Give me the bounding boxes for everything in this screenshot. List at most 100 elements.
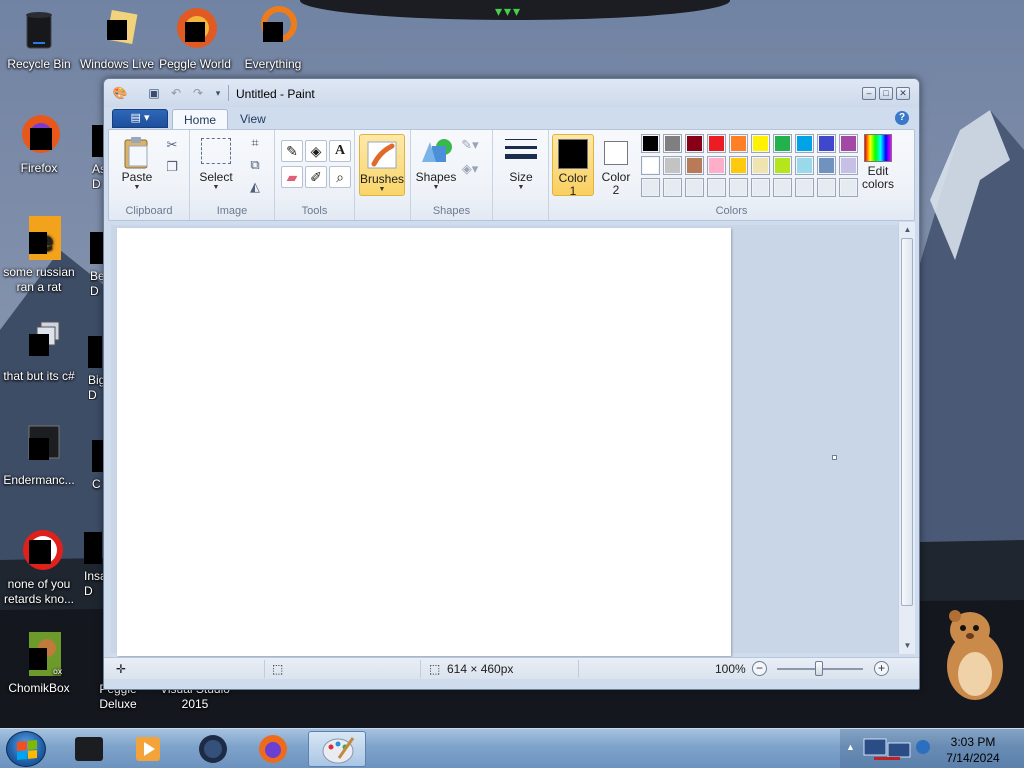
zoom-slider-thumb[interactable] bbox=[815, 661, 823, 676]
palette-swatch[interactable] bbox=[795, 134, 814, 153]
desktop-icon-endermanc[interactable]: Endermanc... bbox=[0, 422, 78, 488]
edit-colors-button[interactable]: Edit colors bbox=[855, 134, 901, 191]
outline-icon[interactable]: ✎▾ bbox=[461, 136, 479, 154]
palette-swatch[interactable] bbox=[707, 156, 726, 175]
palette-empty-slot[interactable] bbox=[641, 178, 660, 197]
network-icon[interactable] bbox=[862, 735, 922, 763]
hamster-desktop-pet[interactable] bbox=[940, 604, 1010, 704]
save-icon[interactable]: ▣ bbox=[146, 86, 162, 100]
shapes-button[interactable]: Shapes ▼ bbox=[415, 136, 457, 192]
paint-app-icon[interactable]: 🎨 bbox=[112, 86, 128, 100]
desktop-icon-none-of-you[interactable]: none of you retards kno... bbox=[0, 526, 78, 607]
palette-swatch[interactable] bbox=[795, 156, 814, 175]
palette-swatch[interactable] bbox=[817, 156, 836, 175]
fill-shape-icon[interactable]: ◈▾ bbox=[461, 160, 479, 178]
cut-icon[interactable]: ✂ bbox=[163, 136, 181, 154]
undo-icon[interactable]: ↶ bbox=[168, 86, 184, 100]
start-button[interactable] bbox=[6, 731, 46, 767]
resize-icon[interactable]: ⧉ bbox=[246, 156, 264, 174]
palette-swatch[interactable] bbox=[751, 134, 770, 153]
color1-button[interactable]: Color 1 bbox=[552, 134, 594, 198]
desktop-icon-peggle-world[interactable]: Peggle World bbox=[156, 6, 234, 72]
desktop-icon-chomikbox[interactable]: ox ChomikBox bbox=[0, 630, 78, 696]
desktop-icon-firefox[interactable]: Firefox bbox=[0, 110, 78, 176]
palette-empty-slot[interactable] bbox=[729, 178, 748, 197]
desktop-icon-that-but-its-csharp[interactable]: that but its c# bbox=[0, 318, 78, 384]
zoom-out-icon[interactable]: − bbox=[752, 661, 767, 676]
palette-empty-slot[interactable] bbox=[685, 178, 704, 197]
palette-swatch[interactable] bbox=[751, 156, 770, 175]
palette-empty-slot[interactable] bbox=[795, 178, 814, 197]
scroll-up-icon[interactable]: ▲ bbox=[899, 223, 916, 237]
taskbar-app-paint[interactable] bbox=[308, 731, 366, 767]
file-menu-button[interactable]: ▤ ▾ bbox=[112, 109, 168, 128]
taskbar-app-globe[interactable] bbox=[184, 731, 242, 767]
help-icon[interactable]: ? bbox=[895, 111, 909, 125]
eraser-icon[interactable]: ▰ bbox=[281, 166, 303, 188]
text-icon[interactable]: A bbox=[329, 140, 351, 162]
color2-button[interactable]: Color 2 bbox=[596, 134, 636, 197]
vertical-scrollbar[interactable]: ▲ ▼ bbox=[898, 222, 915, 654]
chevron-down-icon: ▼ bbox=[432, 184, 440, 191]
globe-icon bbox=[199, 735, 227, 763]
redacted-icon bbox=[84, 532, 102, 564]
canvas-resize-handle[interactable] bbox=[832, 455, 837, 460]
palette-empty-slot[interactable] bbox=[663, 178, 682, 197]
status-separator bbox=[420, 660, 421, 678]
taskbar-app-terminal[interactable] bbox=[60, 731, 118, 767]
magnifier-icon[interactable]: ⌕ bbox=[329, 166, 351, 188]
customize-toolbar-icon[interactable]: ▾ bbox=[210, 86, 226, 100]
desktop-icon-recycle-bin[interactable]: Recycle Bin bbox=[0, 6, 78, 72]
select-button[interactable]: Select ▼ bbox=[196, 138, 236, 192]
size-button[interactable]: Size ▼ bbox=[501, 136, 541, 192]
taskbar-app-firefox[interactable] bbox=[244, 731, 302, 767]
palette-swatch[interactable] bbox=[685, 156, 704, 175]
desktop-icon-label: Peggle World bbox=[159, 57, 231, 71]
palette-swatch[interactable] bbox=[817, 134, 836, 153]
desktop-icon-windows-live[interactable]: Windows Live bbox=[78, 6, 156, 72]
show-hidden-icons[interactable]: ▲ bbox=[846, 742, 855, 752]
palette-swatch[interactable] bbox=[641, 134, 660, 153]
minimize-button[interactable]: – bbox=[862, 87, 876, 100]
palette-swatch[interactable] bbox=[773, 134, 792, 153]
tab-home[interactable]: Home bbox=[172, 109, 229, 130]
rainbow-palette-icon bbox=[864, 134, 892, 162]
desktop-icon-russian-rat[interactable]: e some russian ran a rat bbox=[0, 214, 78, 295]
maximize-button[interactable]: □ bbox=[879, 87, 893, 100]
fill-icon[interactable]: ◈ bbox=[305, 140, 327, 162]
scrollbar-thumb[interactable] bbox=[901, 238, 913, 606]
scroll-down-icon[interactable]: ▼ bbox=[899, 639, 916, 653]
paste-button[interactable]: Paste ▼ bbox=[117, 136, 157, 192]
pencil-icon[interactable]: ✎ bbox=[281, 140, 303, 162]
redo-icon[interactable]: ↷ bbox=[190, 86, 206, 100]
copy-icon[interactable]: ❐ bbox=[163, 158, 181, 176]
palette-empty-slot[interactable] bbox=[707, 178, 726, 197]
palette-empty-slot[interactable] bbox=[773, 178, 792, 197]
palette-swatch[interactable] bbox=[707, 134, 726, 153]
close-button[interactable]: ✕ bbox=[896, 87, 910, 100]
palette-swatch[interactable] bbox=[773, 156, 792, 175]
rotate-icon[interactable]: ◭ bbox=[246, 178, 264, 196]
swatch-fill bbox=[643, 136, 658, 151]
crop-icon[interactable]: ⌗ bbox=[246, 134, 264, 152]
palette-swatch[interactable] bbox=[641, 156, 660, 175]
desktop-icon-label: Firefox bbox=[20, 161, 58, 175]
palette-swatch[interactable] bbox=[729, 134, 748, 153]
color-picker-icon[interactable]: ✐ bbox=[305, 166, 327, 188]
palette-swatch[interactable] bbox=[729, 156, 748, 175]
palette-swatch[interactable] bbox=[685, 134, 704, 153]
desktop-icon-everything[interactable]: Everything bbox=[234, 6, 312, 72]
desktop-icon-label: that but its c# bbox=[3, 369, 75, 383]
brushes-button[interactable]: Brushes ▼ bbox=[359, 134, 405, 196]
palette-empty-slot[interactable] bbox=[817, 178, 836, 197]
swatch-fill bbox=[775, 180, 790, 195]
drawing-canvas[interactable] bbox=[117, 228, 731, 656]
title-bar[interactable]: 🎨 ▣ ↶ ↷ ▾ Untitled - Paint – □ ✕ bbox=[104, 79, 919, 107]
palette-empty-slot[interactable] bbox=[751, 178, 770, 197]
palette-swatch[interactable] bbox=[663, 156, 682, 175]
taskbar-clock[interactable]: 3:03 PM 7/14/2024 bbox=[928, 734, 1018, 766]
tab-view[interactable]: View bbox=[229, 109, 277, 130]
palette-swatch[interactable] bbox=[663, 134, 682, 153]
zoom-in-icon[interactable]: + bbox=[874, 661, 889, 676]
taskbar-app-media-player[interactable] bbox=[120, 731, 178, 767]
